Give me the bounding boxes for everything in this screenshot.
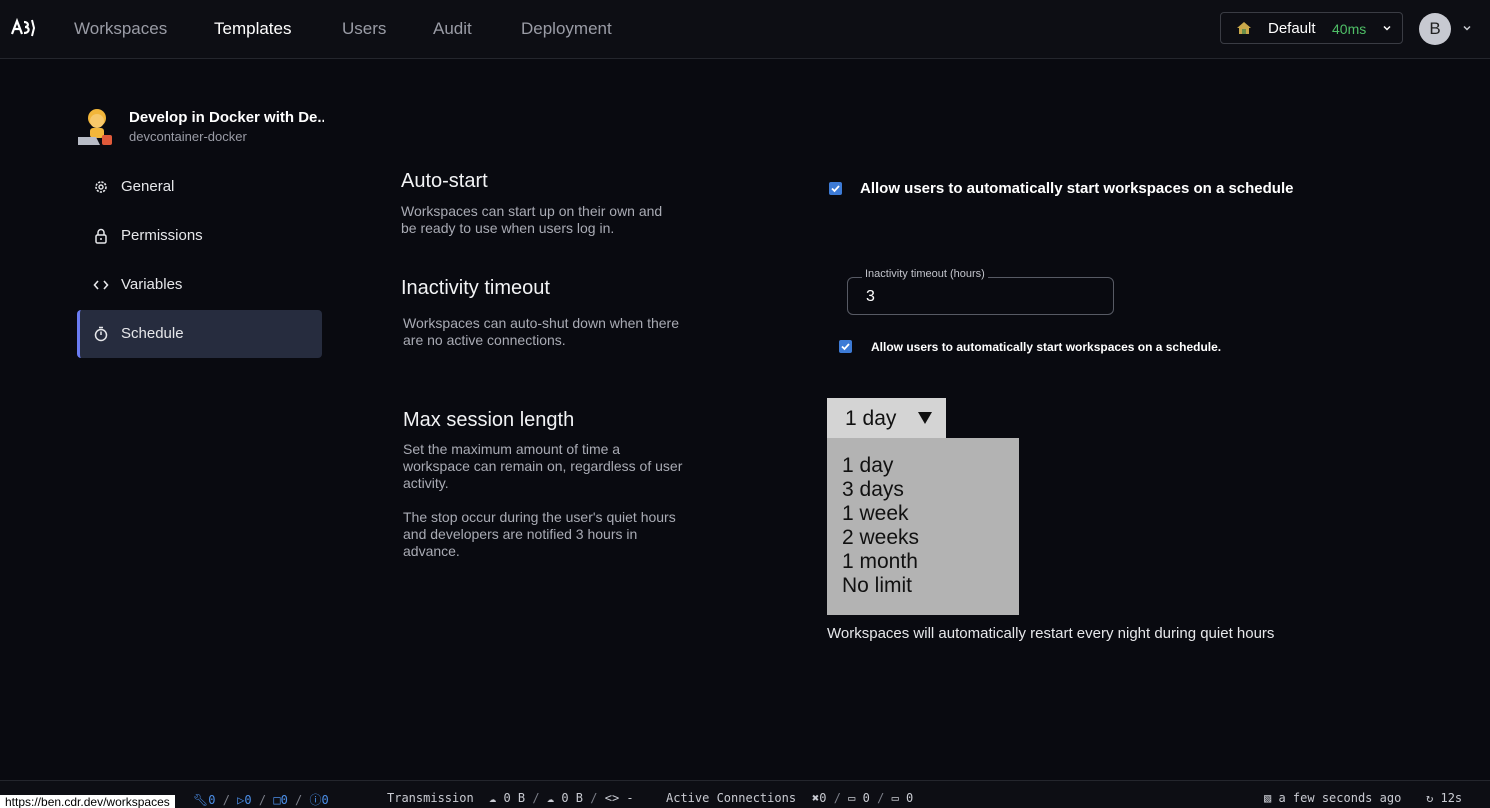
gear-icon [95, 181, 107, 193]
inactivity-timeout-field[interactable] [847, 277, 1114, 315]
autostart-title: Auto-start [401, 170, 488, 192]
window-icon: ▭ [891, 791, 899, 805]
desc-line: activity. [403, 475, 449, 491]
inactivity-timeout-label: Inactivity timeout (hours) [862, 268, 988, 280]
sidebar-item-variables[interactable]: Variables [77, 261, 322, 309]
transmission-stats: ☁ 0 B / ☁ 0 B / <> - [489, 791, 634, 805]
desc-line: are no active connections. [403, 332, 566, 348]
user-avatar[interactable]: B [1419, 13, 1451, 45]
nav-templates[interactable]: Templates [214, 19, 291, 39]
cloud-download-icon: ☁ [546, 791, 555, 805]
square-icon: □ [273, 793, 281, 807]
dropdown-option[interactable]: 1 day [827, 454, 1019, 478]
inactivity-description: Workspaces can auto-shut down when there… [403, 315, 679, 349]
transmission-label: Transmission [387, 791, 474, 805]
updated-text: a few seconds ago [1278, 791, 1402, 805]
dropdown-option[interactable]: 3 days [827, 478, 1019, 502]
check-icon [831, 185, 840, 193]
max-session-dropdown: 1 day 3 days 1 week 2 weeks 1 month No l… [827, 438, 1019, 615]
terminal-icon: ▭ [848, 791, 856, 805]
cloud-upload-icon: ☁ [489, 791, 497, 805]
health-count: 0 [208, 793, 216, 807]
wrench-icon: 🔧︎ [193, 793, 209, 807]
lock-icon [95, 228, 107, 244]
inactivity-title: Inactivity timeout [401, 277, 550, 299]
last-updated: ▧ a few seconds ago [1264, 791, 1401, 805]
health-count: 0 [321, 793, 329, 807]
nav-audit[interactable]: Audit [433, 19, 472, 39]
nav-deployment[interactable]: Deployment [521, 19, 612, 39]
sidebar-item-general[interactable]: General [77, 163, 322, 211]
refresh-timer[interactable]: ↻ 12s [1426, 791, 1462, 805]
status-bar: 🔧︎0 / ▷0 / □0 / ⓘ0 Transmission ☁ 0 B / … [0, 780, 1490, 808]
conn-count: 0 [819, 791, 827, 805]
autostart-description: Workspaces can start up on their own and… [401, 203, 662, 237]
desc-line: Workspaces can auto-shut down when there [403, 315, 680, 331]
sidebar-item-label: Schedule [121, 325, 184, 342]
coder-logo-icon[interactable] [10, 17, 36, 39]
region-name: Default [1268, 20, 1316, 37]
autostart-checkbox[interactable] [829, 182, 842, 195]
code-icon: <> [604, 791, 620, 805]
sidebar-item-label: Permissions [121, 227, 203, 244]
sidebar-item-schedule[interactable]: Schedule [77, 310, 322, 358]
connection-stats: ✖0 / ▭ 0 / ▭ 0 [812, 791, 914, 805]
desc-line: and developers are notified 3 hours in [403, 526, 638, 542]
check-icon [841, 343, 850, 351]
desc-line: workspace can remain on, regardless of u… [403, 458, 683, 474]
dropdown-option[interactable]: No limit [827, 574, 1019, 598]
desc-line: be ready to use when users log in. [401, 220, 615, 236]
max-session-hint: Workspaces will automatically restart ev… [827, 625, 1275, 642]
sidebar-item-label: Variables [121, 276, 183, 293]
autostart-checkbox-label[interactable]: Allow users to automatically start works… [860, 180, 1293, 197]
region-latency: 40ms [1332, 21, 1367, 37]
link-url-tooltip: https://ben.cdr.dev/workspaces [0, 795, 175, 808]
health-counts[interactable]: 🔧︎0 / ▷0 / □0 / ⓘ0 [193, 791, 329, 808]
dropdown-option[interactable]: 1 week [827, 502, 1019, 526]
latency-value: - [626, 791, 634, 805]
nav-users[interactable]: Users [342, 19, 386, 39]
dropdown-option[interactable]: 2 weeks [827, 526, 1019, 550]
template-name: Develop in Docker with De... [129, 109, 324, 126]
health-count: 0 [244, 793, 252, 807]
chevron-down-icon [1383, 25, 1391, 31]
template-slug: devcontainer-docker [129, 129, 247, 144]
sidebar-item-label: General [121, 178, 175, 195]
desc-line: advance. [403, 543, 460, 559]
nav-workspaces[interactable]: Workspaces [74, 19, 167, 39]
health-count: 0 [280, 793, 288, 807]
dropdown-option[interactable]: 1 month [827, 550, 1019, 574]
max-session-title: Max session length [403, 409, 575, 431]
info-icon: ⓘ [309, 793, 322, 807]
select-value: 1 day [845, 407, 897, 430]
proxy-region-button[interactable]: Default 40ms [1220, 12, 1403, 44]
inactivity-checkbox[interactable] [839, 340, 852, 353]
max-session-description: Set the maximum amount of time a workspa… [403, 441, 682, 492]
triangle-down-icon [918, 412, 932, 424]
inactivity-checkbox-label[interactable]: Allow users to automatically start works… [871, 340, 1221, 354]
chevron-down-icon[interactable] [1461, 22, 1473, 34]
house-icon [1237, 22, 1251, 34]
conn-count: 0 [906, 791, 914, 805]
refresh-icon: ↻ [1426, 791, 1434, 805]
desc-line: Set the maximum amount of time a [403, 441, 621, 457]
max-session-select[interactable]: 1 day [827, 398, 946, 438]
conn-count: 0 [862, 791, 870, 805]
desc-line: The stop occur during the user's quiet h… [403, 509, 676, 525]
template-avatar-icon [78, 109, 112, 145]
sidebar-item-permissions[interactable]: Permissions [77, 212, 322, 260]
top-navbar: Workspaces Templates Users Audit Deploym… [0, 0, 1490, 59]
connections-label: Active Connections [666, 791, 797, 805]
download-value: 0 B [561, 791, 584, 805]
document-icon: ▧ [1264, 791, 1272, 805]
refresh-value: 12s [1440, 791, 1463, 805]
upload-value: 0 B [503, 791, 526, 805]
code-icon [93, 280, 109, 290]
max-session-note: The stop occur during the user's quiet h… [403, 509, 676, 560]
inactivity-timeout-value[interactable]: 3 [866, 288, 875, 306]
timer-icon [94, 326, 108, 342]
desc-line: Workspaces can start up on their own and [401, 203, 663, 219]
